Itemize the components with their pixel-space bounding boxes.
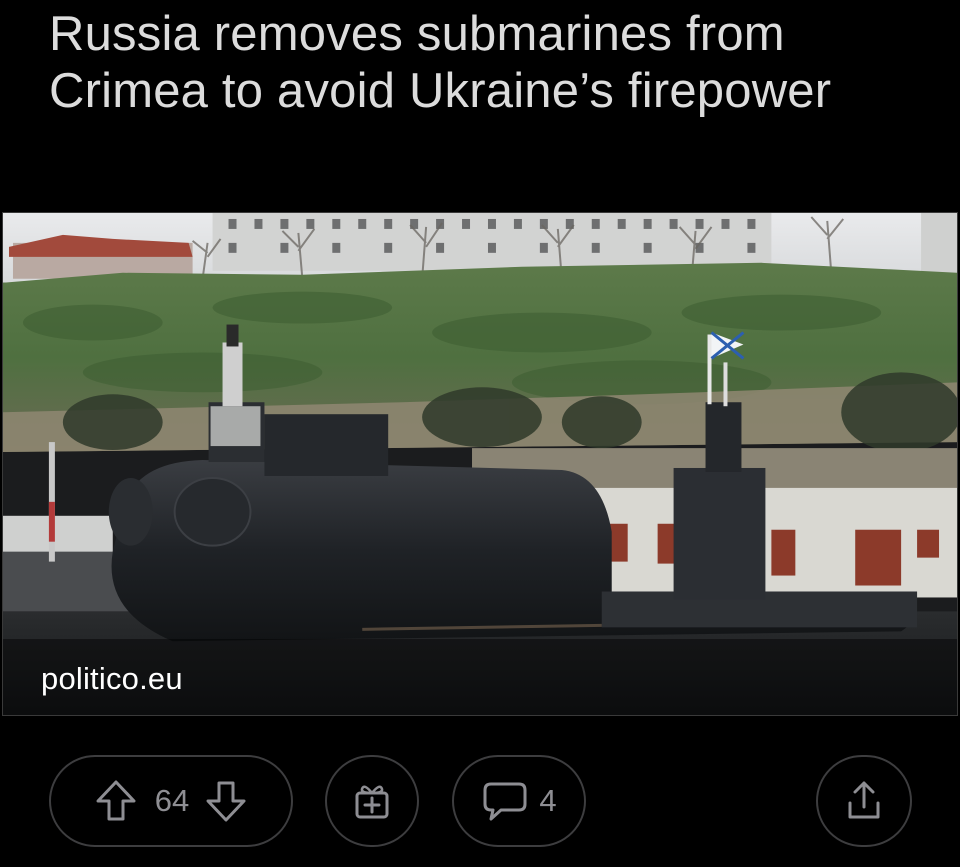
share-button[interactable]: [816, 755, 912, 847]
downvote-arrow-icon[interactable]: [203, 778, 249, 824]
link-preview-card[interactable]: politico.eu: [2, 212, 958, 716]
source-domain[interactable]: politico.eu: [41, 661, 183, 697]
upvote-arrow-icon[interactable]: [93, 778, 139, 824]
comments-button[interactable]: 4: [452, 755, 586, 847]
source-bar: politico.eu: [3, 639, 957, 715]
share-icon: [842, 779, 886, 823]
award-button[interactable]: [325, 755, 419, 847]
vote-control: 64: [49, 755, 293, 847]
comment-count: 4: [539, 783, 557, 818]
comment-bubble-icon: [481, 778, 529, 824]
post-title: Russia removes submarines from Crimea to…: [49, 7, 832, 118]
vote-count: 64: [154, 783, 190, 818]
award-gift-icon: [350, 779, 394, 823]
post-view: { "post": { "title": "Russia removes sub…: [0, 0, 960, 867]
